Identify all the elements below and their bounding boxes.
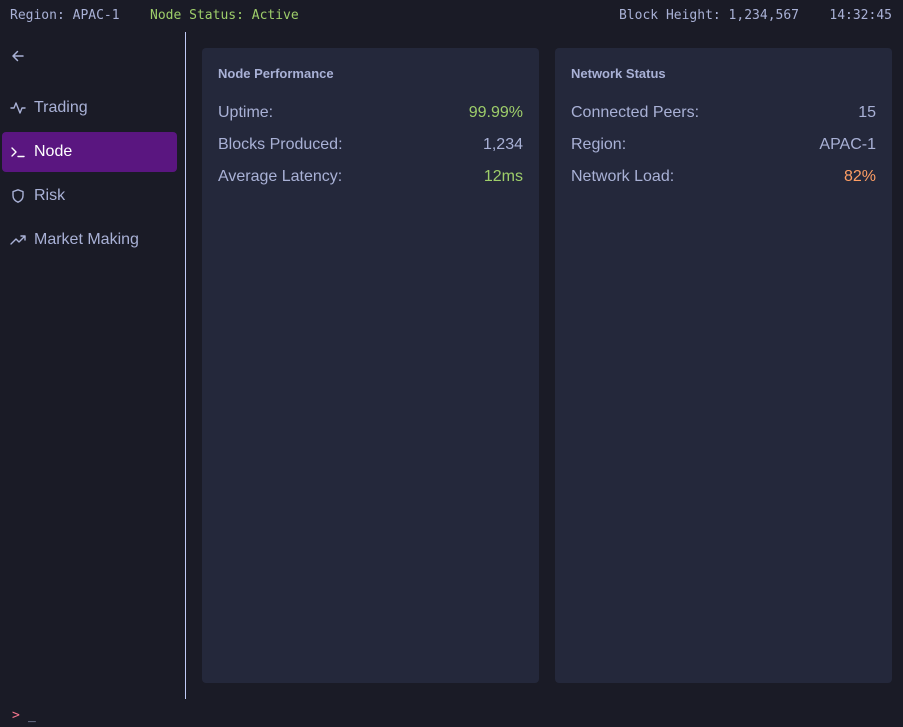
sidebar-item-label: Trading: [34, 99, 88, 116]
sidebar-item-label: Node: [34, 143, 73, 160]
status-bar: Region: APAC-1 Node Status: Active Block…: [0, 0, 903, 32]
card-title: Node Performance: [218, 66, 334, 81]
stat-value: 82%: [843, 168, 876, 185]
sidebar-item-risk[interactable]: Risk: [2, 176, 177, 216]
arrow-left-icon[interactable]: [10, 48, 26, 64]
stat-label: Region:: [571, 136, 627, 153]
network-status-card: Network Status Connected Peers: 15 Regio…: [555, 48, 892, 683]
stat-label: Connected Peers:: [571, 104, 700, 121]
prompt-symbol: >: [12, 708, 20, 723]
shield-icon: [10, 188, 26, 204]
card-title: Network Status: [571, 66, 666, 81]
sidebar-item-label: Market Making: [34, 231, 139, 248]
trending-up-icon: [10, 232, 26, 248]
sidebar-item-label: Risk: [34, 187, 66, 204]
clock: 14:32:45: [829, 8, 892, 23]
block-height-indicator: Block Height: 1,234,567: [618, 8, 799, 23]
stat-value: 15: [858, 104, 876, 121]
stat-row-region: Region: APAC-1: [571, 136, 876, 156]
terminal-icon: [10, 144, 26, 160]
activity-icon: [10, 100, 26, 116]
sidebar-item-trading[interactable]: Trading: [2, 88, 177, 128]
stat-label: Average Latency:: [218, 168, 343, 185]
stat-row-blocks-produced: Blocks Produced: 1,234: [218, 136, 523, 156]
stat-value: 1,234: [482, 136, 523, 153]
sidebar-item-market-making[interactable]: Market Making: [2, 220, 177, 260]
stat-row-connected-peers: Connected Peers: 15: [571, 104, 876, 124]
sidebar: Trading Node Risk Market Making: [0, 32, 186, 699]
sidebar-item-node[interactable]: Node: [2, 132, 177, 172]
main-content: Node Performance Uptime: 99.99% Blocks P…: [186, 32, 903, 699]
stat-value: APAC-1: [819, 136, 876, 153]
node-performance-card: Node Performance Uptime: 99.99% Blocks P…: [202, 48, 539, 683]
region-indicator: Region: APAC-1: [10, 8, 120, 23]
text-cursor: _: [28, 708, 36, 723]
stat-label: Network Load:: [571, 168, 675, 185]
stat-label: Uptime:: [218, 104, 274, 121]
stat-row-uptime: Uptime: 99.99%: [218, 104, 523, 124]
stat-value: 12ms: [483, 168, 523, 185]
node-status-indicator: Node Status: Active: [150, 8, 299, 23]
stat-row-average-latency: Average Latency: 12ms: [218, 168, 523, 188]
command-input[interactable]: > _: [0, 699, 903, 727]
stat-row-network-load: Network Load: 82%: [571, 168, 876, 188]
stat-label: Blocks Produced:: [218, 136, 343, 153]
stat-value: 99.99%: [468, 104, 523, 121]
